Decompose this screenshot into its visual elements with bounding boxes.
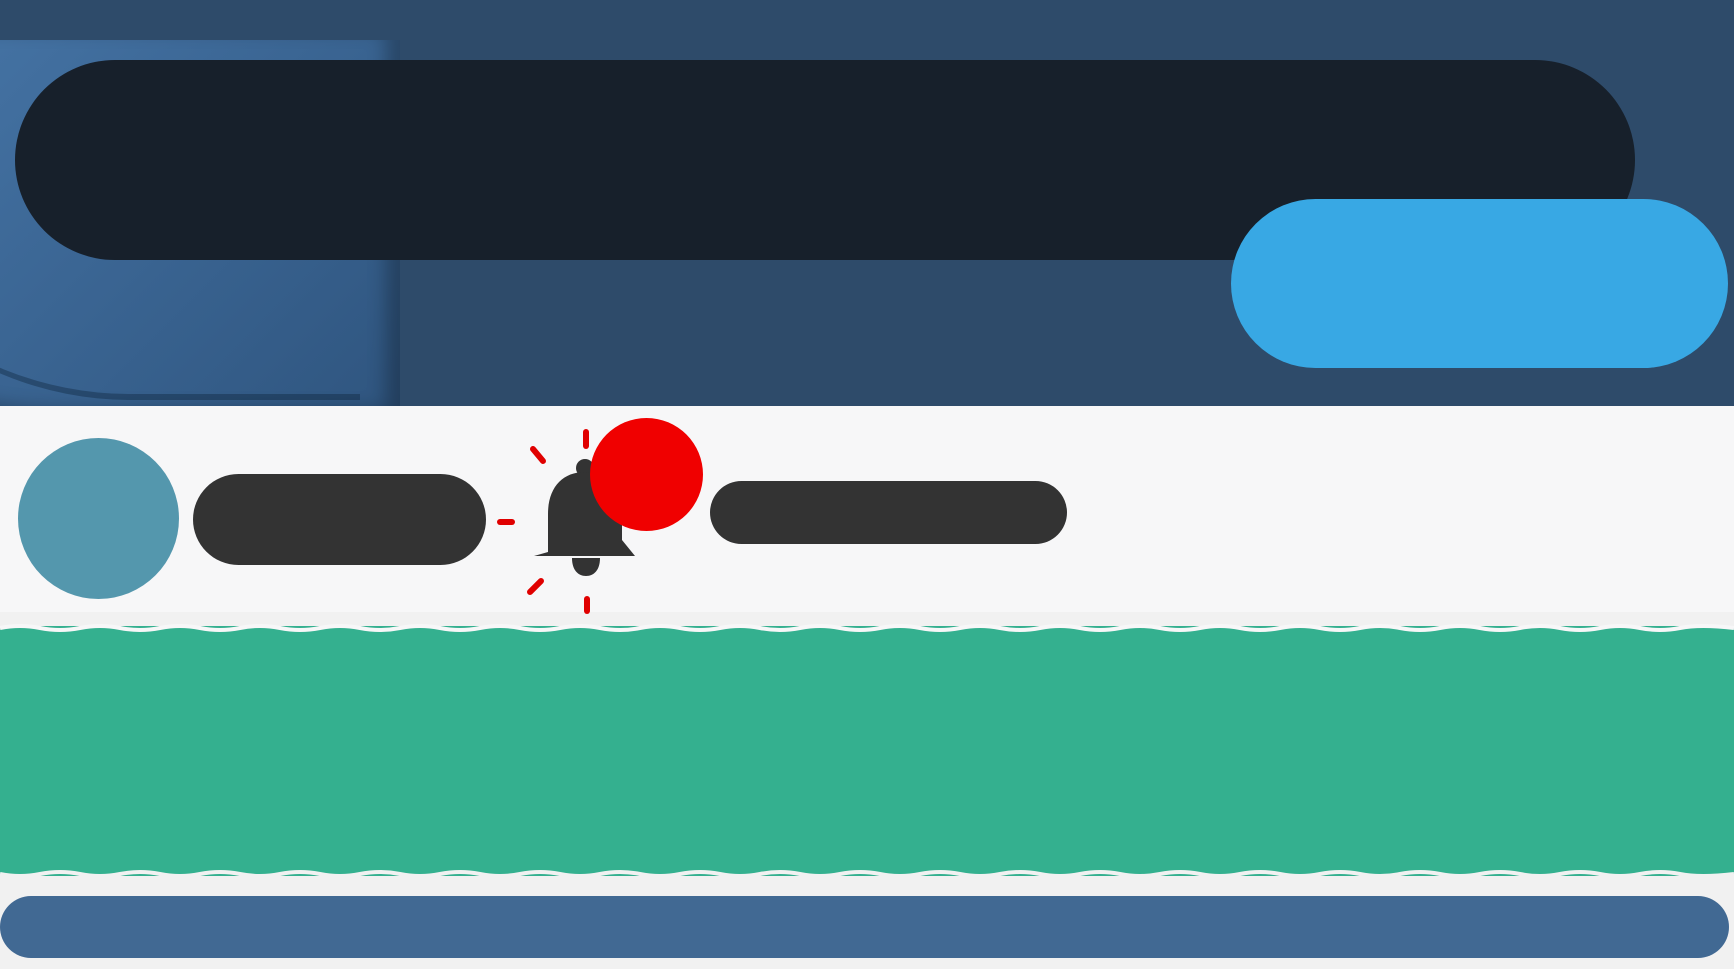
- avatar[interactable]: [18, 438, 179, 599]
- bottom-action-bar[interactable]: [0, 896, 1729, 958]
- profile-notification-bar: [0, 406, 1734, 614]
- app-screen: [0, 0, 1734, 969]
- user-name-pill[interactable]: [193, 474, 486, 565]
- green-banner: [0, 624, 1734, 878]
- banner-top-wave: [0, 624, 1734, 632]
- top-header: [0, 0, 1734, 406]
- primary-action-button[interactable]: [1231, 199, 1728, 368]
- notification-message-pill[interactable]: [710, 481, 1067, 544]
- notification-badge: [590, 418, 703, 531]
- banner-bottom-wave: [0, 870, 1734, 878]
